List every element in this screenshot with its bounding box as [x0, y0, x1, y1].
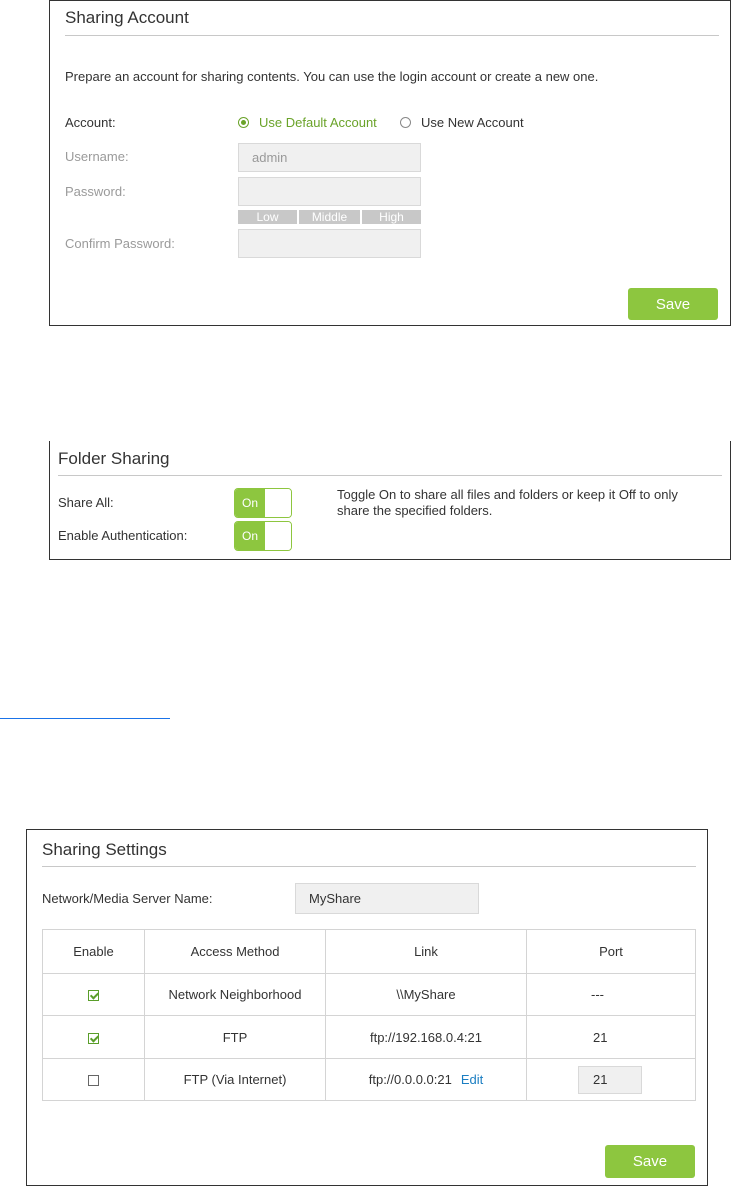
- folder-sharing-panel: Folder Sharing Share All: On Enable Auth…: [49, 441, 731, 560]
- enable-authentication-toggle[interactable]: On: [234, 521, 292, 551]
- edit-link[interactable]: Edit: [461, 1072, 483, 1087]
- access-methods-table: Enable Access Method Link Port Network N…: [42, 929, 696, 1101]
- share-all-hint: Toggle On to share all files and folders…: [337, 487, 678, 518]
- port-cell: ---: [526, 973, 696, 1016]
- enable-authentication-label: Enable Authentication:: [58, 528, 188, 543]
- link-cell: ftp://0.0.0.0:21 Edit: [325, 1058, 527, 1101]
- save-button[interactable]: Save: [605, 1145, 695, 1178]
- password-strength-meter: Low Middle High: [238, 210, 421, 224]
- sharing-settings-panel: Sharing Settings Network/Media Server Na…: [26, 829, 708, 1186]
- access-method-cell: Network Neighborhood: [144, 973, 326, 1016]
- link-cell: ftp://192.168.0.4:21: [325, 1015, 527, 1059]
- share-all-label: Share All:: [58, 495, 114, 510]
- save-button[interactable]: Save: [628, 288, 718, 320]
- column-header-enable: Enable: [42, 929, 145, 974]
- radio-selected-icon[interactable]: [238, 117, 249, 128]
- column-header-port: Port: [526, 929, 696, 974]
- sharing-account-description: Prepare an account for sharing contents.…: [65, 69, 599, 84]
- username-input[interactable]: admin: [238, 143, 421, 172]
- enable-checkbox-ftp-via-internet[interactable]: [88, 1075, 99, 1087]
- server-name-input[interactable]: MyShare: [295, 883, 479, 914]
- toggle-on-label: On: [235, 522, 265, 550]
- access-method-cell: FTP: [144, 1015, 326, 1059]
- share-all-toggle[interactable]: On: [234, 488, 292, 518]
- port-cell: 21: [526, 1058, 696, 1101]
- toggle-knob: [265, 489, 291, 517]
- sharing-settings-title: Sharing Settings: [42, 840, 167, 859]
- link-text: ftp://0.0.0.0:21: [368, 1072, 452, 1087]
- column-header-access-method: Access Method: [144, 929, 326, 974]
- table-row: Network Neighborhood \\MyShare ---: [42, 973, 696, 1016]
- password-label: Password:: [65, 184, 126, 199]
- strength-high: High: [362, 210, 421, 224]
- sharing-account-panel: Sharing Account Prepare an account for s…: [49, 0, 731, 326]
- server-name-label: Network/Media Server Name:: [42, 891, 213, 906]
- strength-middle: Middle: [299, 210, 362, 224]
- folder-sharing-title: Folder Sharing: [58, 449, 170, 468]
- link-underline: [0, 718, 170, 719]
- account-label: Account:: [65, 115, 116, 130]
- password-input[interactable]: [238, 177, 421, 206]
- confirm-password-input[interactable]: [238, 229, 421, 258]
- enable-checkbox-network-neighborhood[interactable]: [88, 990, 99, 1002]
- title-divider: [65, 35, 719, 36]
- title-divider: [42, 866, 696, 867]
- table-row: FTP ftp://192.168.0.4:21 21: [42, 1015, 696, 1059]
- username-label: Username:: [65, 149, 129, 164]
- title-divider: [58, 475, 722, 476]
- radio-unselected-icon[interactable]: [400, 117, 411, 128]
- table-row: FTP (Via Internet) ftp://0.0.0.0:21 Edit …: [42, 1058, 696, 1101]
- radio-new-label: Use New Account: [421, 115, 524, 130]
- confirm-password-label: Confirm Password:: [65, 236, 175, 251]
- enable-checkbox-ftp[interactable]: [88, 1032, 99, 1044]
- port-input[interactable]: 21: [578, 1065, 642, 1094]
- link-cell: \\MyShare: [325, 973, 527, 1016]
- port-cell: 21: [526, 1015, 696, 1059]
- column-header-link: Link: [325, 929, 527, 974]
- radio-default-label: Use Default Account: [259, 115, 377, 130]
- access-method-cell: FTP (Via Internet): [144, 1058, 326, 1101]
- toggle-knob: [265, 522, 291, 550]
- sharing-account-title: Sharing Account: [65, 8, 189, 27]
- strength-low: Low: [238, 210, 299, 224]
- toggle-on-label: On: [235, 489, 265, 517]
